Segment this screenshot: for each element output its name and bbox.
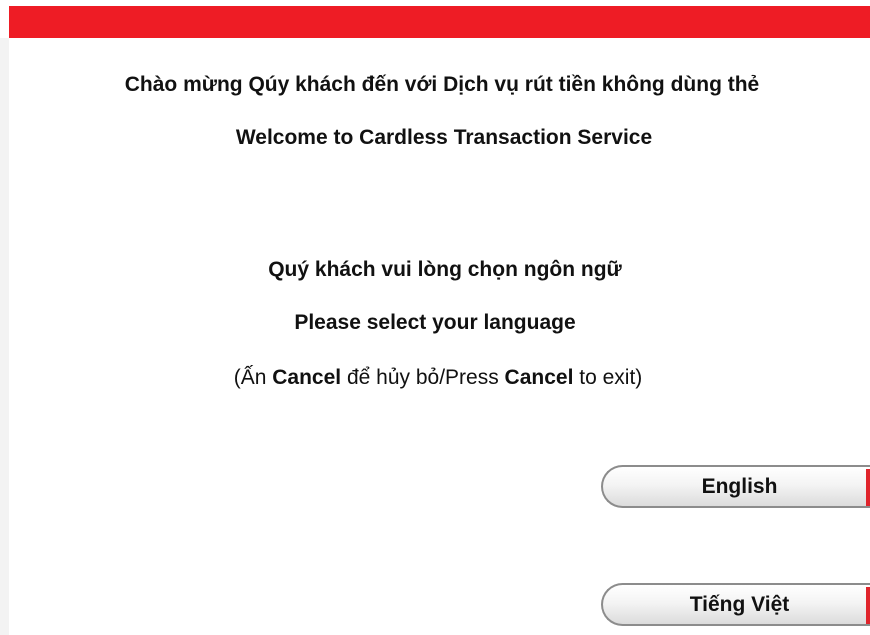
vietnamese-button[interactable]: Tiếng Việt — [601, 583, 870, 626]
left-edge — [0, 38, 9, 635]
cancel-hint: (Ấn Cancel để hủy bỏ/Press Cancel to exi… — [3, 365, 870, 391]
hint-cancel-word: Cancel — [504, 366, 574, 389]
english-button[interactable]: English — [601, 465, 870, 508]
hint-cancel-word: Cancel — [272, 366, 342, 389]
vietnamese-button-label: Tiếng Việt — [689, 592, 790, 616]
language-prompt-vietnamese: Quý khách vui lòng chọn ngôn ngữ — [268, 258, 622, 281]
hint-middle: để hủy bỏ/Press — [341, 366, 505, 389]
atm-screen: Chào mừng Qúy khách đến với Dịch vụ rút … — [0, 0, 870, 635]
english-button-label: English — [701, 474, 778, 498]
button-accent — [866, 469, 870, 506]
header-bar — [9, 6, 870, 38]
hint-open: (Ấn — [233, 366, 273, 389]
language-prompt-english: Please select your language — [294, 311, 576, 334]
welcome-title-vietnamese: Chào mừng Qúy khách đến với Dịch vụ rút … — [124, 73, 760, 96]
hint-close: to exit) — [573, 366, 643, 389]
button-accent — [866, 587, 870, 624]
welcome-title-english: Welcome to Cardless Transaction Service — [235, 126, 653, 149]
